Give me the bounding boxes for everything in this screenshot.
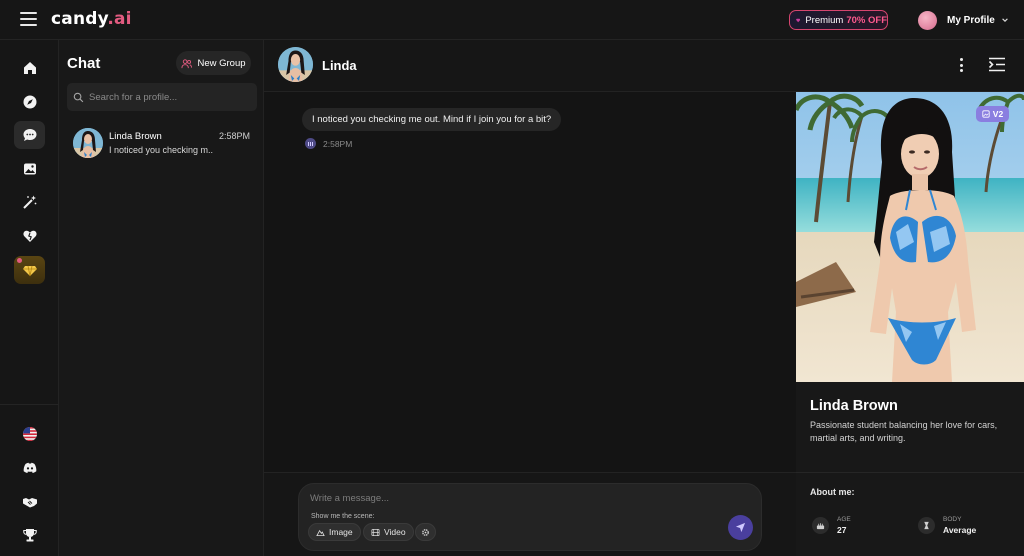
logo-suffix: ai bbox=[114, 9, 132, 29]
premium-discount: 70% OFF bbox=[846, 14, 887, 26]
about-title: About me: bbox=[810, 487, 855, 497]
more-options-icon[interactable] bbox=[954, 56, 968, 74]
new-group-button[interactable]: New Group bbox=[176, 51, 251, 75]
settings-icon bbox=[422, 528, 429, 536]
language-selector[interactable] bbox=[14, 420, 45, 448]
us-flag-icon bbox=[22, 427, 37, 441]
top-bar: candy.ai Premium 70% OFF My Profile bbox=[0, 0, 1024, 40]
image-chip-button[interactable]: Image bbox=[308, 523, 361, 541]
discord-icon bbox=[23, 462, 36, 473]
search-icon bbox=[73, 92, 84, 102]
nav-explore[interactable] bbox=[14, 88, 45, 116]
stat-age-value: 27 bbox=[837, 525, 847, 535]
version-badge[interactable]: V2 bbox=[976, 106, 1009, 122]
video-chip-label: Video bbox=[384, 527, 406, 537]
handshake-icon bbox=[22, 498, 37, 508]
message-meta: 2:58PM bbox=[305, 138, 352, 149]
nav-generate[interactable] bbox=[14, 188, 45, 216]
new-group-label: New Group bbox=[197, 57, 246, 69]
menu-icon[interactable] bbox=[20, 12, 37, 26]
play-audio-icon[interactable] bbox=[305, 138, 316, 149]
chat-icon bbox=[23, 129, 36, 141]
magic-wand-icon bbox=[22, 195, 36, 209]
gem-icon bbox=[796, 18, 801, 22]
group-icon bbox=[181, 58, 193, 68]
message-bubble: I noticed you checking me out. Mind if I… bbox=[302, 108, 562, 131]
conversation-header: Linda bbox=[264, 40, 1024, 92]
composer-area: Show me the scene: Image Video bbox=[264, 472, 796, 556]
chat-list-panel: Chat New Group Linda Brown 2:58PM I noti… bbox=[59, 40, 264, 556]
trophy-icon bbox=[22, 529, 37, 542]
profile-description: Passionate student balancing her love fo… bbox=[810, 420, 998, 443]
scene-settings-button[interactable] bbox=[415, 523, 436, 541]
nav-gallery[interactable] bbox=[14, 155, 45, 183]
message-input[interactable] bbox=[310, 493, 710, 504]
chat-list-title: Chat bbox=[67, 55, 101, 72]
nav-home[interactable] bbox=[14, 54, 45, 82]
premium-label: Premium bbox=[805, 14, 844, 26]
profile-name: Linda Brown bbox=[810, 398, 898, 414]
send-icon bbox=[735, 522, 746, 533]
stat-body: BODY Average bbox=[918, 516, 976, 535]
discord-link[interactable] bbox=[14, 454, 45, 482]
rail-divider bbox=[0, 404, 59, 405]
search-input[interactable] bbox=[89, 91, 249, 103]
message-area: I noticed you checking me out. Mind if I… bbox=[264, 92, 796, 472]
collapse-panel-icon[interactable] bbox=[988, 57, 1006, 72]
message-time: 2:58PM bbox=[323, 138, 353, 149]
profile-label: My Profile bbox=[947, 14, 995, 26]
left-rail bbox=[0, 40, 59, 556]
composer: Show me the scene: Image Video bbox=[298, 483, 762, 551]
nav-companions[interactable] bbox=[14, 222, 45, 250]
profile-divider bbox=[796, 472, 1024, 473]
stat-age: AGE 27 bbox=[812, 516, 851, 535]
image-icon bbox=[316, 529, 325, 536]
notification-dot bbox=[17, 258, 22, 263]
profile-menu-button[interactable]: My Profile bbox=[918, 10, 1009, 30]
home-icon bbox=[23, 62, 36, 74]
affiliate-link[interactable] bbox=[14, 488, 45, 516]
chat-list-item[interactable]: Linda Brown 2:58PM I noticed you checkin… bbox=[73, 128, 253, 160]
diamond-icon bbox=[22, 265, 37, 277]
stat-body-label: BODY bbox=[943, 516, 962, 523]
logo-dot: . bbox=[107, 9, 115, 29]
chat-item-preview: I noticed you checking m... bbox=[109, 145, 213, 155]
version-badge-label: V2 bbox=[992, 109, 1004, 119]
leaderboard-link[interactable] bbox=[14, 521, 45, 549]
premium-button[interactable]: Premium 70% OFF bbox=[789, 10, 888, 30]
logo[interactable]: candy.ai bbox=[51, 9, 132, 29]
nav-chat[interactable] bbox=[14, 121, 45, 149]
nav-premium[interactable] bbox=[14, 256, 45, 284]
body-icon bbox=[918, 517, 935, 534]
video-icon bbox=[371, 528, 380, 536]
stat-age-label: AGE bbox=[837, 516, 851, 523]
stat-body-value: Average bbox=[943, 525, 977, 535]
logo-text: candy bbox=[51, 9, 108, 29]
image-icon bbox=[982, 110, 990, 118]
compass-icon bbox=[23, 95, 36, 109]
avatar bbox=[918, 10, 937, 30]
age-icon bbox=[812, 517, 829, 534]
search-box bbox=[67, 83, 257, 111]
chevron-down-icon bbox=[1002, 18, 1008, 22]
chat-item-time: 2:58PM bbox=[218, 131, 250, 141]
gallery-icon bbox=[23, 163, 36, 175]
video-chip-button[interactable]: Video bbox=[363, 523, 414, 541]
heart-icon bbox=[22, 230, 37, 242]
chat-item-name: Linda Brown bbox=[109, 131, 162, 142]
profile-image[interactable] bbox=[796, 92, 1024, 382]
scene-label: Show me the scene: bbox=[311, 513, 375, 520]
conversation-avatar[interactable] bbox=[278, 47, 313, 82]
chat-avatar bbox=[73, 128, 103, 158]
profile-panel: V2 Linda Brown Passionate student balanc… bbox=[796, 92, 1024, 556]
image-chip-label: Image bbox=[329, 527, 353, 537]
send-button[interactable] bbox=[728, 515, 753, 540]
conversation-title: Linda bbox=[322, 58, 357, 73]
